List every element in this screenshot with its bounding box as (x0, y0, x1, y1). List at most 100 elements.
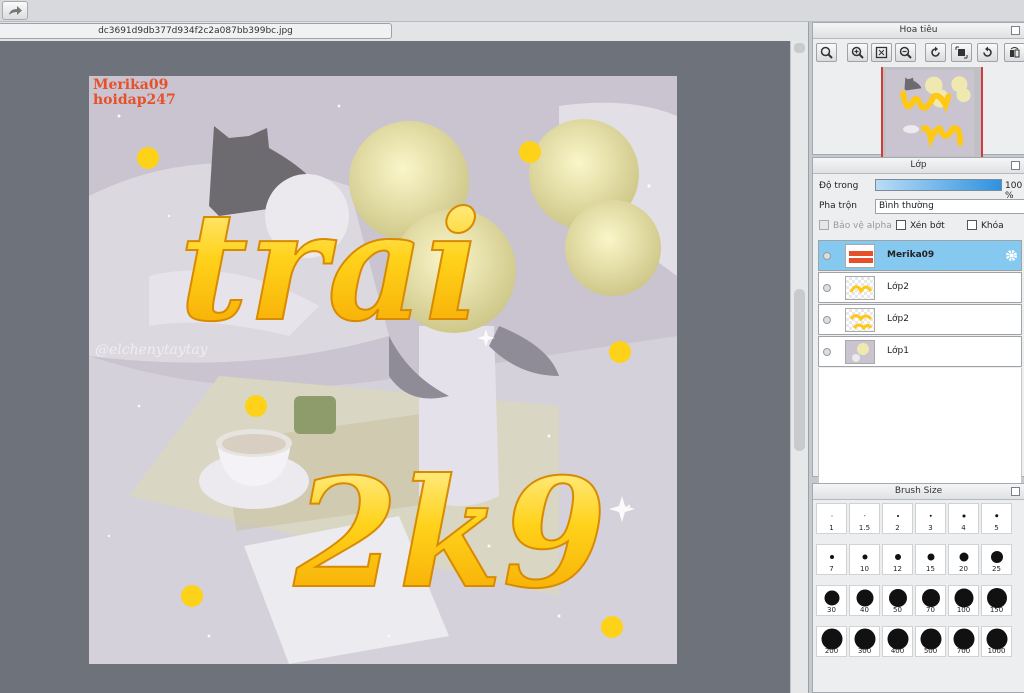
brush-size-cell[interactable]: 500 (915, 626, 946, 657)
brush-dot-icon (920, 628, 941, 650)
clipping-checkbox[interactable] (896, 220, 906, 230)
zoom-actual-button[interactable] (816, 43, 837, 62)
brush-size-cell[interactable]: 3 (915, 503, 946, 534)
canvas-vertical-scrollbar[interactable] (790, 41, 808, 693)
layer-thumbnail (845, 244, 875, 268)
brush-size-cell[interactable]: 4 (948, 503, 979, 534)
visibility-eye-icon[interactable] (823, 284, 831, 292)
brush-size-cell[interactable]: 70 (915, 585, 946, 616)
layer-thumbnail (845, 308, 875, 332)
brush-size-cell[interactable]: 15 (915, 544, 946, 575)
brush-size-label: 700 (956, 647, 971, 655)
opacity-label: Độ trong (819, 181, 859, 191)
visibility-eye-icon[interactable] (823, 348, 831, 356)
brush-size-cell[interactable]: 700 (948, 626, 979, 657)
brush-dot-icon (854, 628, 875, 650)
brush-size-cell[interactable]: 5 (981, 503, 1012, 534)
brush-size-cell[interactable]: 1 (816, 503, 847, 534)
zoom-out-button[interactable] (895, 43, 916, 62)
panel-detach-icon[interactable] (1011, 26, 1020, 35)
brush-size-label: 4 (961, 524, 966, 532)
brush-dot-icon (929, 514, 932, 517)
brush-size-label: 7 (829, 565, 834, 573)
brush-dot-icon (954, 588, 973, 608)
fit-window-button[interactable] (871, 43, 892, 62)
layer-name: Lớp2 (887, 314, 909, 324)
rotate-right-button[interactable] (977, 43, 998, 62)
brush-dot-icon (887, 628, 908, 650)
navigator-panel: Hoa tiêu (812, 22, 1024, 159)
layer-name: Lớp1 (887, 346, 909, 356)
brush-size-cell[interactable]: 2 (882, 503, 913, 534)
brush-size-cell[interactable]: 20 (948, 544, 979, 575)
brush-size-cell[interactable]: 400 (882, 626, 913, 657)
brush-dot-icon (821, 628, 842, 650)
lock-checkbox[interactable] (967, 220, 977, 230)
brush-size-label: 100 (956, 606, 971, 614)
brush-size-label: 5 (994, 524, 999, 532)
brush-dot-icon (862, 554, 867, 560)
protect-alpha-checkbox[interactable] (819, 220, 829, 230)
brush-size-cell[interactable]: 12 (882, 544, 913, 575)
rotate-left-button[interactable] (925, 43, 946, 62)
artwork-canvas[interactable]: Merika09 hoidap247 @elchenytaytay trai 2… (89, 76, 677, 664)
brush-size-cell[interactable]: 7 (816, 544, 847, 575)
navigator-title-bar: Hoa tiêu (813, 23, 1024, 39)
brush-size-cell[interactable]: 150 (981, 585, 1012, 616)
headline-top: trai (179, 179, 482, 355)
document-tab[interactable]: dc3691d9db377d934f2c2a087bb399bc.jpg (0, 23, 392, 39)
zoom-out-icon (899, 46, 912, 59)
brush-size-cell[interactable]: 40 (849, 585, 880, 616)
layers-panel: Lớp Độ trong 100 % Pha trộn Bình thường … (812, 157, 1024, 609)
layer-thumbnail (845, 276, 875, 300)
brush-size-panel: Brush Size 1 1.5 2 3 4 5 7 10 12 15 20 25 30 40 50 70 10… (812, 483, 1024, 693)
brush-size-cell[interactable]: 300 (849, 626, 880, 657)
layers-title-bar: Lớp (813, 158, 1024, 174)
scroll-thumb[interactable] (794, 289, 805, 451)
brush-dot-icon (927, 553, 934, 561)
redo-arrow-icon (9, 5, 22, 15)
flip-horizontal-button[interactable] (1004, 43, 1024, 62)
navigator-preview[interactable] (881, 67, 983, 159)
scroll-up-handle[interactable] (794, 43, 805, 53)
brush-dot-icon (856, 589, 873, 607)
layer-thumbnail (845, 340, 875, 364)
document-tab-bar: dc3691d9db377d934f2c2a087bb399bc.jpg (0, 22, 808, 41)
layer-row[interactable]: Lớp2 (818, 272, 1022, 303)
brush-size-cell[interactable]: 30 (816, 585, 847, 616)
brush-size-label: 10 (860, 565, 869, 573)
visibility-eye-icon[interactable] (823, 316, 831, 324)
brush-size-cell[interactable]: 200 (816, 626, 847, 657)
brush-size-cell[interactable]: 10 (849, 544, 880, 575)
opacity-slider[interactable] (875, 179, 1002, 191)
headline-text: trai 2k9 (178, 178, 608, 623)
brush-size-cell[interactable]: 1.5 (849, 503, 880, 534)
layer-row[interactable]: Lớp2 (818, 304, 1022, 335)
redo-button[interactable] (2, 1, 28, 20)
layer-row[interactable]: Lớp1 (818, 336, 1022, 367)
brush-size-cell[interactable]: 1000 (981, 626, 1012, 657)
brush-size-cell[interactable]: 25 (981, 544, 1012, 575)
clipping-label: Xén bớt (910, 221, 945, 231)
layer-row[interactable]: Merika09 (818, 240, 1022, 271)
panel-detach-icon[interactable] (1011, 161, 1020, 170)
visibility-eye-icon[interactable] (823, 252, 831, 260)
brush-size-grid: 1 1.5 2 3 4 5 7 10 12 15 20 25 30 40 50 70 100 150 200 300 4… (816, 503, 1016, 691)
brush-dot-icon (953, 628, 974, 650)
brush-size-label: 25 (992, 565, 1001, 573)
panel-detach-icon[interactable] (1011, 487, 1020, 496)
reset-rotation-button[interactable] (951, 43, 972, 62)
headline-bottom: 2k9 (293, 446, 607, 622)
blend-mode-select[interactable]: Bình thường (875, 199, 1024, 214)
brush-dot-icon (896, 514, 899, 517)
layer-settings-gear-icon[interactable] (1005, 249, 1018, 262)
brush-size-label: 2 (895, 524, 900, 532)
brush-size-title: Brush Size (894, 486, 943, 496)
zoom-in-button[interactable] (847, 43, 868, 62)
brush-size-cell[interactable]: 100 (948, 585, 979, 616)
brush-dot-icon (921, 588, 940, 607)
rotate-left-icon (931, 46, 940, 57)
top-toolbar (0, 0, 1024, 22)
brush-size-cell[interactable]: 50 (882, 585, 913, 616)
lock-label: Khóa (981, 221, 1004, 231)
